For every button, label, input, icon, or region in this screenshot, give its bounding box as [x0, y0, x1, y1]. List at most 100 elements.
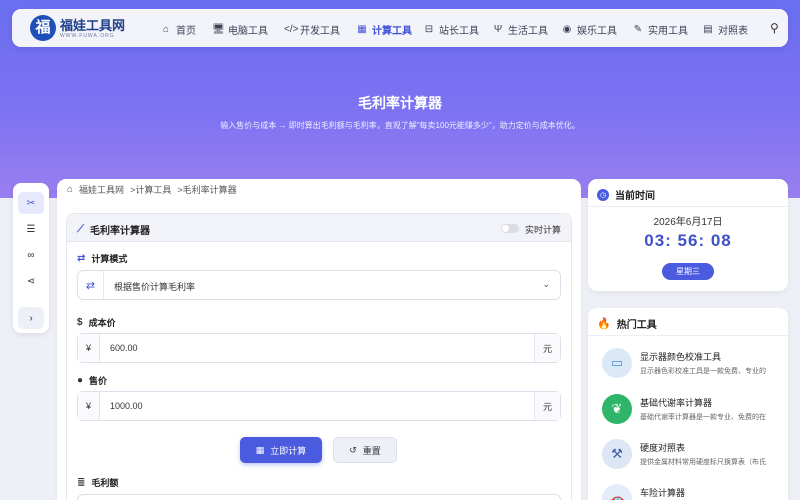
- reset-button[interactable]: ↺ 重置: [333, 437, 397, 463]
- mode-select[interactable]: ⇄ 根据售价计算毛利率 ⌄: [77, 270, 561, 300]
- monitor-icon: ▭: [602, 348, 632, 378]
- nav-item-label: 电脑工具: [228, 25, 268, 37]
- time-panel: ◷ 当前时间 2026年6月17日 03: 56: 08 星期三: [588, 179, 788, 291]
- side-toolbar: ✂ ☰ ∞ ⋖ ›: [13, 183, 49, 333]
- realtime-toggle[interactable]: [501, 224, 519, 233]
- home-icon: ⌂: [162, 23, 170, 35]
- table-icon: ▤: [703, 23, 713, 35]
- brand-name[interactable]: 福娃工具网: [60, 15, 125, 34]
- wrench-icon: ✎: [633, 23, 643, 35]
- mode-label-text: 计算模式: [91, 254, 128, 264]
- hot-tool-item[interactable]: ⚒ 硬度对照表提供金属材料常用硬度标尺换算表（布氏: [602, 439, 788, 479]
- nav-item-7[interactable]: ✎ 实用工具: [632, 21, 688, 37]
- cost-suffix: 元: [534, 334, 560, 362]
- nav-item-label: 开发工具: [300, 25, 340, 37]
- share-icon[interactable]: ⋖: [18, 270, 44, 292]
- realtime-label: 实时计算: [525, 225, 562, 235]
- undo-icon: ↺: [349, 444, 357, 455]
- cost-label: $ 成本价: [77, 316, 116, 329]
- nav-item-4[interactable]: ⊟ 站长工具: [423, 21, 479, 37]
- hot-tool-name[interactable]: 基础代谢率计算器: [640, 396, 712, 409]
- search-icon[interactable]: ⚲: [770, 21, 779, 35]
- calculator-icon: ▦: [357, 23, 367, 35]
- price-label-text: 售价: [89, 376, 108, 386]
- nav-item-label: 实用工具: [648, 25, 688, 37]
- toolbox-icon: ⊟: [424, 23, 434, 35]
- reset-button-label: 重置: [362, 445, 381, 456]
- current-time: 03: 56: 08: [644, 231, 732, 250]
- hot-tools-header: 🔥 热门工具: [588, 308, 788, 336]
- time-panel-header: ◷ 当前时间: [588, 179, 788, 207]
- hot-tool-item[interactable]: ❦ 基础代谢率计算器 基础代谢率计算器是一款专业、免费的在: [602, 394, 788, 434]
- nav-item-8[interactable]: ▤ 对照表: [702, 21, 748, 37]
- car-icon: 🚗: [602, 484, 632, 500]
- nav-item-label: 娱乐工具: [577, 25, 617, 37]
- breadcrumb-home[interactable]: 福娃工具网: [79, 183, 124, 196]
- mode-select-value: 根据售价计算毛利率: [114, 282, 196, 292]
- chevron-down-icon: ⌄: [542, 279, 550, 289]
- breadcrumb-category[interactable]: >计算工具: [130, 183, 171, 196]
- dollar-icon: $: [77, 317, 83, 328]
- calculator-icon: ▦: [255, 444, 265, 455]
- page-title: 毛利率计算器: [358, 95, 442, 111]
- nav-item-2[interactable]: </> 开发工具: [284, 21, 340, 37]
- price-value[interactable]: 1000.00: [110, 401, 143, 411]
- nav-item-label: 首页: [176, 25, 196, 37]
- hot-tool-desc: 提供金属材料常用硬度标尺换算表（布氏: [640, 459, 766, 466]
- price-prefix: ¥: [78, 392, 100, 420]
- computer-icon: 🖥: [212, 23, 225, 35]
- nav-item-5[interactable]: Ψ 生活工具: [492, 21, 548, 37]
- hot-tool-name[interactable]: 车险计算器: [640, 486, 685, 499]
- calculate-button[interactable]: ▦ 立即计算: [240, 437, 322, 463]
- home-icon[interactable]: ⌂: [67, 184, 73, 195]
- hammer-icon: ⚒: [602, 439, 632, 469]
- link-icon[interactable]: ∞: [18, 244, 44, 266]
- calculator-title: ⟋ 毛利率计算器: [77, 222, 150, 237]
- weekday-badge: 星期三: [662, 263, 714, 280]
- result-label-text: 毛利额: [91, 478, 119, 488]
- tag-icon: ●: [77, 375, 84, 386]
- mode-label: ⇄ 计算模式: [77, 252, 127, 265]
- chart-line-icon: ⟋: [77, 224, 84, 235]
- time-panel-title: ◷ 当前时间: [597, 187, 655, 202]
- tools-icon[interactable]: ✂: [18, 192, 44, 214]
- nav-item-label: 对照表: [718, 25, 748, 37]
- swap-icon: ⇄: [77, 253, 86, 264]
- list-icon[interactable]: ☰: [18, 218, 44, 240]
- page-subtitle: 输入售价与成本 → 即时算出毛利额与毛利率，直观了解"每卖100元能赚多少"，助…: [220, 121, 580, 130]
- nav-item-6[interactable]: ◉ 娱乐工具: [561, 21, 617, 37]
- nav-item-label: 站长工具: [439, 25, 479, 37]
- hot-tool-name[interactable]: 显示器颜色校准工具: [640, 350, 721, 363]
- expand-chevron-icon[interactable]: ›: [18, 307, 44, 329]
- flame-icon: 🔥: [597, 318, 611, 330]
- utensils-icon: Ψ: [493, 23, 503, 35]
- hot-tool-desc: 显示器色彩校准工具是一款免费、专业的: [640, 368, 766, 375]
- current-date: 2026年6月17日: [653, 217, 723, 228]
- top-navbar: 福 福娃工具网 WWW.FUWA.ORG ⌂ 首页 🖥 电脑工具 </> 开发工具 ▦ 计算工…: [12, 9, 788, 47]
- hot-tool-item[interactable]: ▭ 显示器颜色校准工具显示器色彩校准工具是一款免费、专业的: [602, 348, 788, 388]
- logo-icon[interactable]: 福: [30, 15, 56, 41]
- calculator-title-text: 毛利率计算器: [90, 226, 150, 237]
- nav-item-3[interactable]: ▦ 计算工具: [356, 21, 412, 37]
- cost-prefix: ¥: [78, 334, 100, 362]
- cost-input[interactable]: ¥ 600.00 元: [77, 333, 561, 363]
- price-label: ● 售价: [77, 374, 107, 387]
- nav-item-label: 生活工具: [508, 25, 548, 37]
- calculator-card: ⟋ 毛利率计算器 实时计算 ⇄ 计算模式 ⇄ 根据售价计算毛利率 ⌄ $ 成本价…: [66, 213, 572, 500]
- main-content: ⌂ 福娃工具网 >计算工具 >毛利率计算器 ⟋ 毛利率计算器 实时计算 ⇄ 计算…: [57, 179, 581, 500]
- gamepad-icon: ◉: [562, 23, 572, 35]
- clock-icon: ◷: [597, 188, 609, 201]
- gross-profit-output: [77, 494, 561, 500]
- nav-item-1[interactable]: 🖥 电脑工具: [212, 21, 268, 37]
- hot-tool-item[interactable]: 🚗 车险计算器: [602, 484, 788, 500]
- price-input[interactable]: ¥ 1000.00 元: [77, 391, 561, 421]
- cost-value[interactable]: 600.00: [110, 343, 138, 353]
- hot-tool-name[interactable]: 硬度对照表: [640, 441, 685, 454]
- stack-icon: ≣: [77, 477, 86, 488]
- cost-label-text: 成本价: [88, 318, 116, 328]
- hot-tool-desc: 基础代谢率计算器是一款专业、免费的在: [640, 414, 766, 421]
- nav-item-0[interactable]: ⌂ 首页: [160, 21, 196, 37]
- nav-item-label: 计算工具: [372, 25, 412, 37]
- calculator-header: ⟋ 毛利率计算器 实时计算: [67, 214, 571, 242]
- brand-url: WWW.FUWA.ORG: [60, 33, 115, 39]
